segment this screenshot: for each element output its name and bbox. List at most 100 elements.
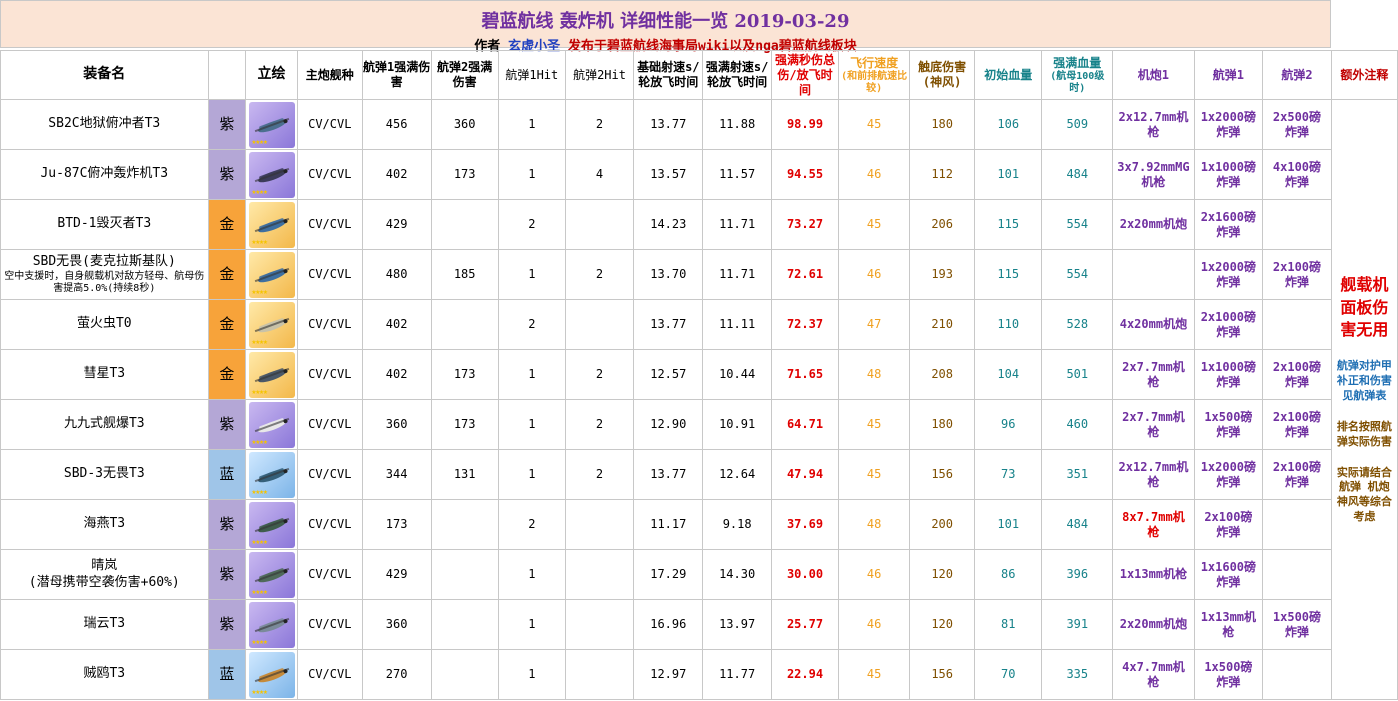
cell-bomb2-dmg: 173	[430, 349, 499, 400]
cell-bomb2: 2x100磅炸弹	[1262, 249, 1332, 300]
cell-ship-type: CV/CVL	[297, 249, 363, 300]
cell-gun: 2x7.7mm机枪	[1112, 349, 1195, 400]
cell-speed: 48	[838, 499, 911, 550]
cell-name: 九九式舰爆T3	[0, 399, 209, 450]
cell-speed: 46	[838, 249, 911, 300]
cell-max-hp: 396	[1041, 549, 1114, 600]
equipment-name: 萤火虫T0	[76, 316, 132, 332]
cell-name: 贼鸥T3	[0, 649, 209, 700]
cell-name: 晴岚 (潜母携带空袭伤害+60%)	[0, 549, 209, 600]
equipment-name: SB2C地狱俯冲者T3	[48, 116, 161, 132]
cell-name: 海燕T3	[0, 499, 209, 550]
cell-bomb1: 1x1000磅炸弹	[1193, 149, 1264, 200]
cell-portrait: ★★★★	[245, 399, 298, 450]
header-ship-type: 主炮舰种	[297, 50, 363, 100]
plane-portrait: ★★★★	[248, 451, 295, 498]
cell-bomb2-dmg	[430, 299, 499, 350]
plane-portrait: ★★★★	[248, 551, 295, 598]
cell-bottom-dmg: 120	[909, 549, 976, 600]
cell-bomb2-hit: 2	[564, 249, 635, 300]
cell-rarity: 蓝	[207, 449, 247, 500]
cell-max-hp: 554	[1041, 249, 1114, 300]
header-bomb1-dmg: 航弹1强满伤害	[361, 50, 432, 100]
cell-max-rate: 13.97	[702, 599, 772, 650]
cell-name: 萤火虫T0	[0, 299, 209, 350]
cell-max-hp: 335	[1041, 649, 1114, 700]
cell-bomb2-hit	[564, 499, 635, 550]
header-dps: 强满秒伤总伤/放飞时间	[770, 50, 840, 100]
cell-init-hp: 110	[974, 299, 1043, 350]
cell-bottom-dmg: 206	[909, 199, 976, 250]
cell-ship-type: CV/CVL	[297, 149, 363, 200]
table-row: SBD无畏(麦克拉斯基队) 空中支援时，自身舰载机对敌方轻母、航母伤害提高5.0%…	[0, 249, 1398, 300]
cell-portrait: ★★★★	[245, 449, 298, 500]
cell-init-hp: 70	[974, 649, 1043, 700]
star-icons: ★★★★	[251, 136, 268, 146]
plane-portrait: ★★★★	[248, 651, 295, 698]
cell-rarity: 蓝	[207, 649, 247, 700]
cell-bomb2-dmg	[430, 199, 499, 250]
equipment-name: SBD无畏(麦克拉斯基队)	[32, 254, 176, 270]
cell-bottom-dmg: 210	[909, 299, 976, 350]
star-icons: ★★★★	[251, 336, 268, 346]
cell-max-hp: 554	[1041, 199, 1114, 250]
cell-bomb1-hit: 1	[497, 249, 566, 300]
cell-base-rate: 14.23	[633, 199, 704, 250]
cell-base-rate: 11.17	[633, 499, 704, 550]
cell-portrait: ★★★★	[245, 249, 298, 300]
cell-speed: 45	[838, 649, 911, 700]
cell-speed: 45	[838, 449, 911, 500]
cell-speed: 45	[838, 399, 911, 450]
cell-base-rate: 17.29	[633, 549, 704, 600]
header-bomb1: 航弹1	[1193, 50, 1264, 100]
cell-bottom-dmg: 180	[909, 99, 976, 150]
cell-rarity: 金	[207, 299, 247, 350]
plane-portrait: ★★★★	[248, 201, 295, 248]
cell-max-rate: 10.44	[702, 349, 772, 400]
cell-bomb1-dmg: 270	[361, 649, 432, 700]
cell-bomb1: 2x1600磅炸弹	[1193, 199, 1264, 250]
cell-bomb1: 1x500磅炸弹	[1193, 399, 1264, 450]
cell-bomb2-dmg	[430, 649, 499, 700]
cell-gun: 2x20mm机炮	[1112, 599, 1195, 650]
cell-max-rate: 11.77	[702, 649, 772, 700]
plane-portrait: ★★★★	[248, 351, 295, 398]
cell-dps: 64.71	[770, 399, 840, 450]
cell-bomb2-dmg	[430, 599, 499, 650]
cell-dps: 47.94	[770, 449, 840, 500]
cell-bomb2: 1x500磅炸弹	[1262, 599, 1332, 650]
cell-base-rate: 16.96	[633, 599, 704, 650]
header-bomb2: 航弹2	[1262, 50, 1332, 100]
cell-init-hp: 96	[974, 399, 1043, 450]
cell-portrait: ★★★★	[245, 599, 298, 650]
cell-gun: 2x7.7mm机枪	[1112, 399, 1195, 450]
plane-portrait: ★★★★	[248, 401, 295, 448]
cell-gun: 2x12.7mm机枪	[1112, 99, 1195, 150]
cell-portrait: ★★★★	[245, 299, 298, 350]
cell-init-hp: 81	[974, 599, 1043, 650]
star-icons: ★★★★	[251, 186, 268, 196]
cell-bomb1-hit: 2	[497, 299, 566, 350]
cell-bomb2-hit	[564, 199, 635, 250]
cell-max-rate: 11.57	[702, 149, 772, 200]
cell-bomb1: 1x1000磅炸弹	[1193, 349, 1264, 400]
cell-max-hp: 484	[1041, 149, 1114, 200]
cell-base-rate: 13.77	[633, 299, 704, 350]
cell-bomb2	[1262, 299, 1332, 350]
header-init-hp: 初始血量	[974, 50, 1043, 100]
cell-init-hp: 115	[974, 249, 1043, 300]
cell-portrait: ★★★★	[245, 499, 298, 550]
header-bomb2-dmg: 航弹2强满伤害	[430, 50, 499, 100]
cell-ship-type: CV/CVL	[297, 99, 363, 150]
notes-cell: 舰载机面板伤害无用 航弹对护甲补正和伤害见航弹表 排名按照航弹实际伤害 实际请结合航弹…	[1330, 99, 1398, 700]
table-row: 萤火虫T0 金 ★★★★ CV/CVL 402 2 13.77 11.11 72.37 47 210…	[0, 299, 1398, 350]
cell-speed: 46	[838, 149, 911, 200]
cell-bomb1-hit: 1	[497, 549, 566, 600]
cell-bomb2: 2x100磅炸弹	[1262, 399, 1332, 450]
cell-dps: 30.00	[770, 549, 840, 600]
cell-bomb1-dmg: 429	[361, 199, 432, 250]
cell-bomb1-dmg: 173	[361, 499, 432, 550]
cell-bomb2: 2x100磅炸弹	[1262, 449, 1332, 500]
cell-bomb1: 1x500磅炸弹	[1193, 649, 1264, 700]
equipment-note: (潜母携带空袭伤害+60%)	[28, 574, 180, 590]
